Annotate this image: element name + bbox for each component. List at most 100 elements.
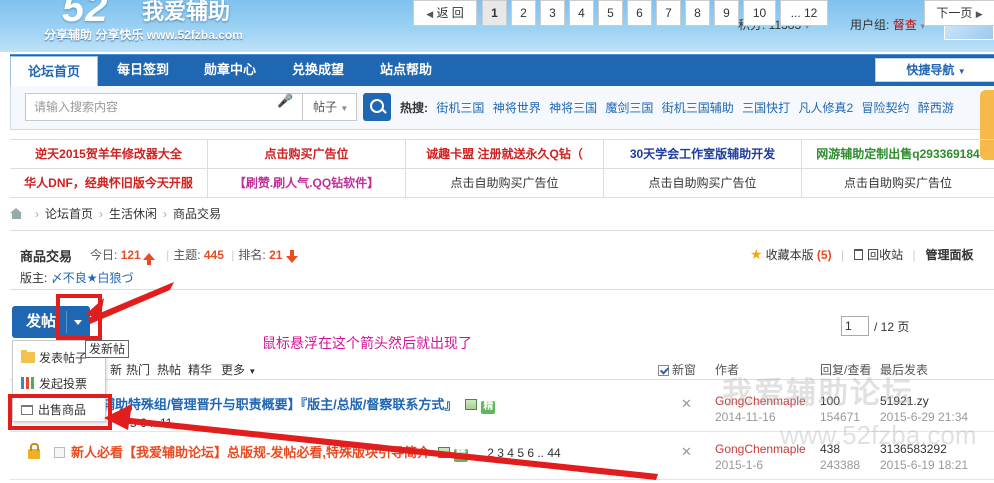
- moderator-line: 版主: 〆不良★白狼づ: [20, 271, 134, 285]
- pager-page[interactable]: 5: [598, 0, 623, 26]
- pager-page[interactable]: 6: [627, 0, 652, 26]
- pager-back-button[interactable]: ◀ 返 回: [413, 0, 477, 26]
- tab-daily-signin[interactable]: 每日签到: [102, 55, 184, 87]
- chevron-down-icon: ▼: [340, 104, 349, 113]
- thread-title-link[interactable]: 新人必看【我爱辅助论坛】总版规-发帖必看,特殊版块引导简介精... 2 3 4 …: [71, 442, 561, 462]
- ad-link[interactable]: 30天学会工作室版辅助开发: [604, 140, 802, 169]
- pager-page[interactable]: 8: [685, 0, 710, 26]
- hot-search-link[interactable]: 冒险契约: [862, 101, 910, 115]
- trash-icon: [854, 249, 864, 260]
- search-button[interactable]: [363, 93, 391, 121]
- ad-link[interactable]: 点击自助购买广告位: [604, 169, 802, 198]
- close-icon[interactable]: ✕: [681, 396, 692, 412]
- menu-item-new-poll[interactable]: 发起投票: [21, 375, 87, 392]
- ad-link[interactable]: 华人DNF，经典怀旧版今天开服: [10, 169, 208, 198]
- tab-medal-center[interactable]: 勋章中心: [188, 55, 272, 87]
- tab-forum-home[interactable]: 论坛首页: [10, 56, 98, 87]
- user-group[interactable]: 用户组: 督查 ▼: [850, 16, 927, 33]
- digest-icon: 精: [453, 449, 468, 462]
- ad-link[interactable]: 诚趣卡盟 注册就送永久Q钻（: [406, 140, 604, 169]
- tooltip: 发新帖: [85, 340, 130, 358]
- hot-search-link[interactable]: 三国快打: [742, 101, 790, 115]
- watermark: 我爱辅助论坛: [722, 377, 914, 410]
- pager-page[interactable]: 7: [656, 0, 681, 26]
- pager-page[interactable]: 2: [511, 0, 536, 26]
- breadcrumb: › 论坛首页 › 生活休闲 › 商品交易: [10, 206, 221, 224]
- pager-page[interactable]: 3: [540, 0, 565, 26]
- folder-icon: [21, 350, 35, 363]
- ad-link[interactable]: 网游辅助定制出售q293369184: [802, 140, 994, 169]
- moderator-link[interactable]: 〆不良★白狼づ: [51, 271, 134, 285]
- ad-grid: 逆天2015贺羊年修改器大全 点击购买广告位 诚趣卡盟 注册就送永久Q钻（ 30…: [10, 139, 994, 198]
- filter-hot-posts[interactable]: 热帖: [157, 361, 181, 378]
- thread-title-link[interactable]: 辅助特殊组/管理晋升与职责概要】『版主/总版/督察联系方式』精: [102, 394, 496, 414]
- search-bar: 请输入搜索内容 🎤 帖子 ▼ 热搜: 街机三国 神将世界 神将三国 魔剑三国 街…: [10, 86, 994, 130]
- pager-page[interactable]: 4: [569, 0, 594, 26]
- pager-page[interactable]: 10: [743, 0, 776, 26]
- breadcrumb-item[interactable]: 论坛首页: [45, 207, 93, 221]
- new-window-toggle[interactable]: 新窗: [658, 361, 696, 378]
- pager-page[interactable]: ... 12: [780, 0, 828, 26]
- filter-digest[interactable]: 精华: [188, 361, 212, 378]
- logo-text[interactable]: 我爱辅助: [142, 0, 230, 26]
- annotation-highlight-box: [56, 294, 102, 340]
- filter-more[interactable]: 更多 ▼: [221, 361, 256, 378]
- ad-link[interactable]: 点击自助购买广告位: [802, 169, 994, 198]
- arrow-down-icon: [286, 250, 299, 263]
- manage-panel-link[interactable]: 管理面板: [926, 248, 974, 262]
- hot-search-link[interactable]: 神将世界: [493, 101, 541, 115]
- hot-searches: 热搜: 街机三国 神将世界 神将三国 魔剑三国 街机三国辅助 三国快打 凡人修真…: [400, 101, 954, 115]
- ad-link[interactable]: 逆天2015贺羊年修改器大全: [10, 140, 208, 169]
- favorite-button[interactable]: 收藏本版: [766, 248, 814, 262]
- checkbox[interactable]: [54, 447, 65, 458]
- ad-link[interactable]: 【刷赞.刷人气.QQ钻软件】: [208, 169, 406, 198]
- tab-exchange[interactable]: 兑换成望: [276, 55, 360, 87]
- mic-icon[interactable]: 🎤: [277, 93, 293, 109]
- forum-actions: ★ 收藏本版 (5) | 回收站 | 管理面板: [750, 246, 974, 262]
- image-icon: [465, 399, 478, 410]
- hot-search-link[interactable]: 魔剑三国: [605, 101, 653, 115]
- close-icon[interactable]: ✕: [681, 444, 692, 460]
- thread-pages[interactable]: 4 5 6 .. 11: [120, 416, 172, 430]
- chevron-left-icon: ◀: [426, 9, 434, 19]
- hot-search-link[interactable]: 街机三国: [436, 101, 484, 115]
- lock-icon: [28, 443, 40, 459]
- quick-nav-button[interactable]: 快捷导航 ▼: [875, 58, 994, 82]
- annotation-highlight-box: [8, 394, 112, 430]
- chevron-down-icon: ▼: [957, 67, 966, 76]
- search-type-select[interactable]: 帖子 ▼: [303, 93, 357, 121]
- thread-date: 2014-11-16: [715, 410, 776, 424]
- ad-link[interactable]: 点击购买广告位: [208, 140, 406, 169]
- breadcrumb-item[interactable]: 商品交易: [173, 207, 221, 221]
- recycle-bin-link[interactable]: 回收站: [867, 248, 903, 262]
- search-input[interactable]: 请输入搜索内容: [25, 93, 303, 121]
- hot-search-link[interactable]: 神将三国: [549, 101, 597, 115]
- hot-search-link[interactable]: 街机三国辅助: [662, 101, 734, 115]
- filter-hot[interactable]: 热门: [126, 361, 150, 378]
- menu-item-new-thread[interactable]: 发表帖子: [21, 349, 87, 366]
- page-number-input[interactable]: 1: [841, 316, 869, 336]
- forum-info: 商品交易 今日: 121 | 主题: 445 | 排名: 21 版主: 〆不良★白狼…: [10, 230, 994, 290]
- chevron-right-icon: ▶: [975, 9, 983, 19]
- pager-page[interactable]: 1: [482, 0, 507, 26]
- poll-icon: [21, 377, 35, 389]
- hot-search-link[interactable]: 凡人修真2: [799, 101, 854, 115]
- chevron-down-icon: ▼: [248, 367, 257, 376]
- thread-pages[interactable]: ... 2 3 4 5 6 .. 44: [474, 446, 561, 460]
- home-icon[interactable]: [10, 208, 23, 219]
- forum-stats: 今日: 121 | 主题: 445 | 排名: 21: [90, 246, 299, 265]
- checkbox[interactable]: [658, 365, 669, 376]
- breadcrumb-item[interactable]: 生活休闲: [109, 207, 157, 221]
- ad-link[interactable]: 点击自助购买广告位: [406, 169, 604, 198]
- last-post-date[interactable]: 2015-6-19 18:21: [880, 458, 968, 472]
- hot-search-link[interactable]: 醉西游: [918, 101, 954, 115]
- filter-new[interactable]: 新: [110, 361, 122, 378]
- digest-icon: 精: [481, 401, 496, 414]
- page-total: / 12 页: [874, 320, 910, 334]
- pager-next-button[interactable]: 下一页 ▶: [924, 0, 994, 26]
- pager-page[interactable]: 9: [714, 0, 739, 26]
- thread-date: 2015-1-6: [715, 458, 764, 472]
- star-icon: ★: [750, 246, 763, 262]
- image-icon: [437, 447, 450, 458]
- tab-site-help[interactable]: 站点帮助: [364, 55, 448, 87]
